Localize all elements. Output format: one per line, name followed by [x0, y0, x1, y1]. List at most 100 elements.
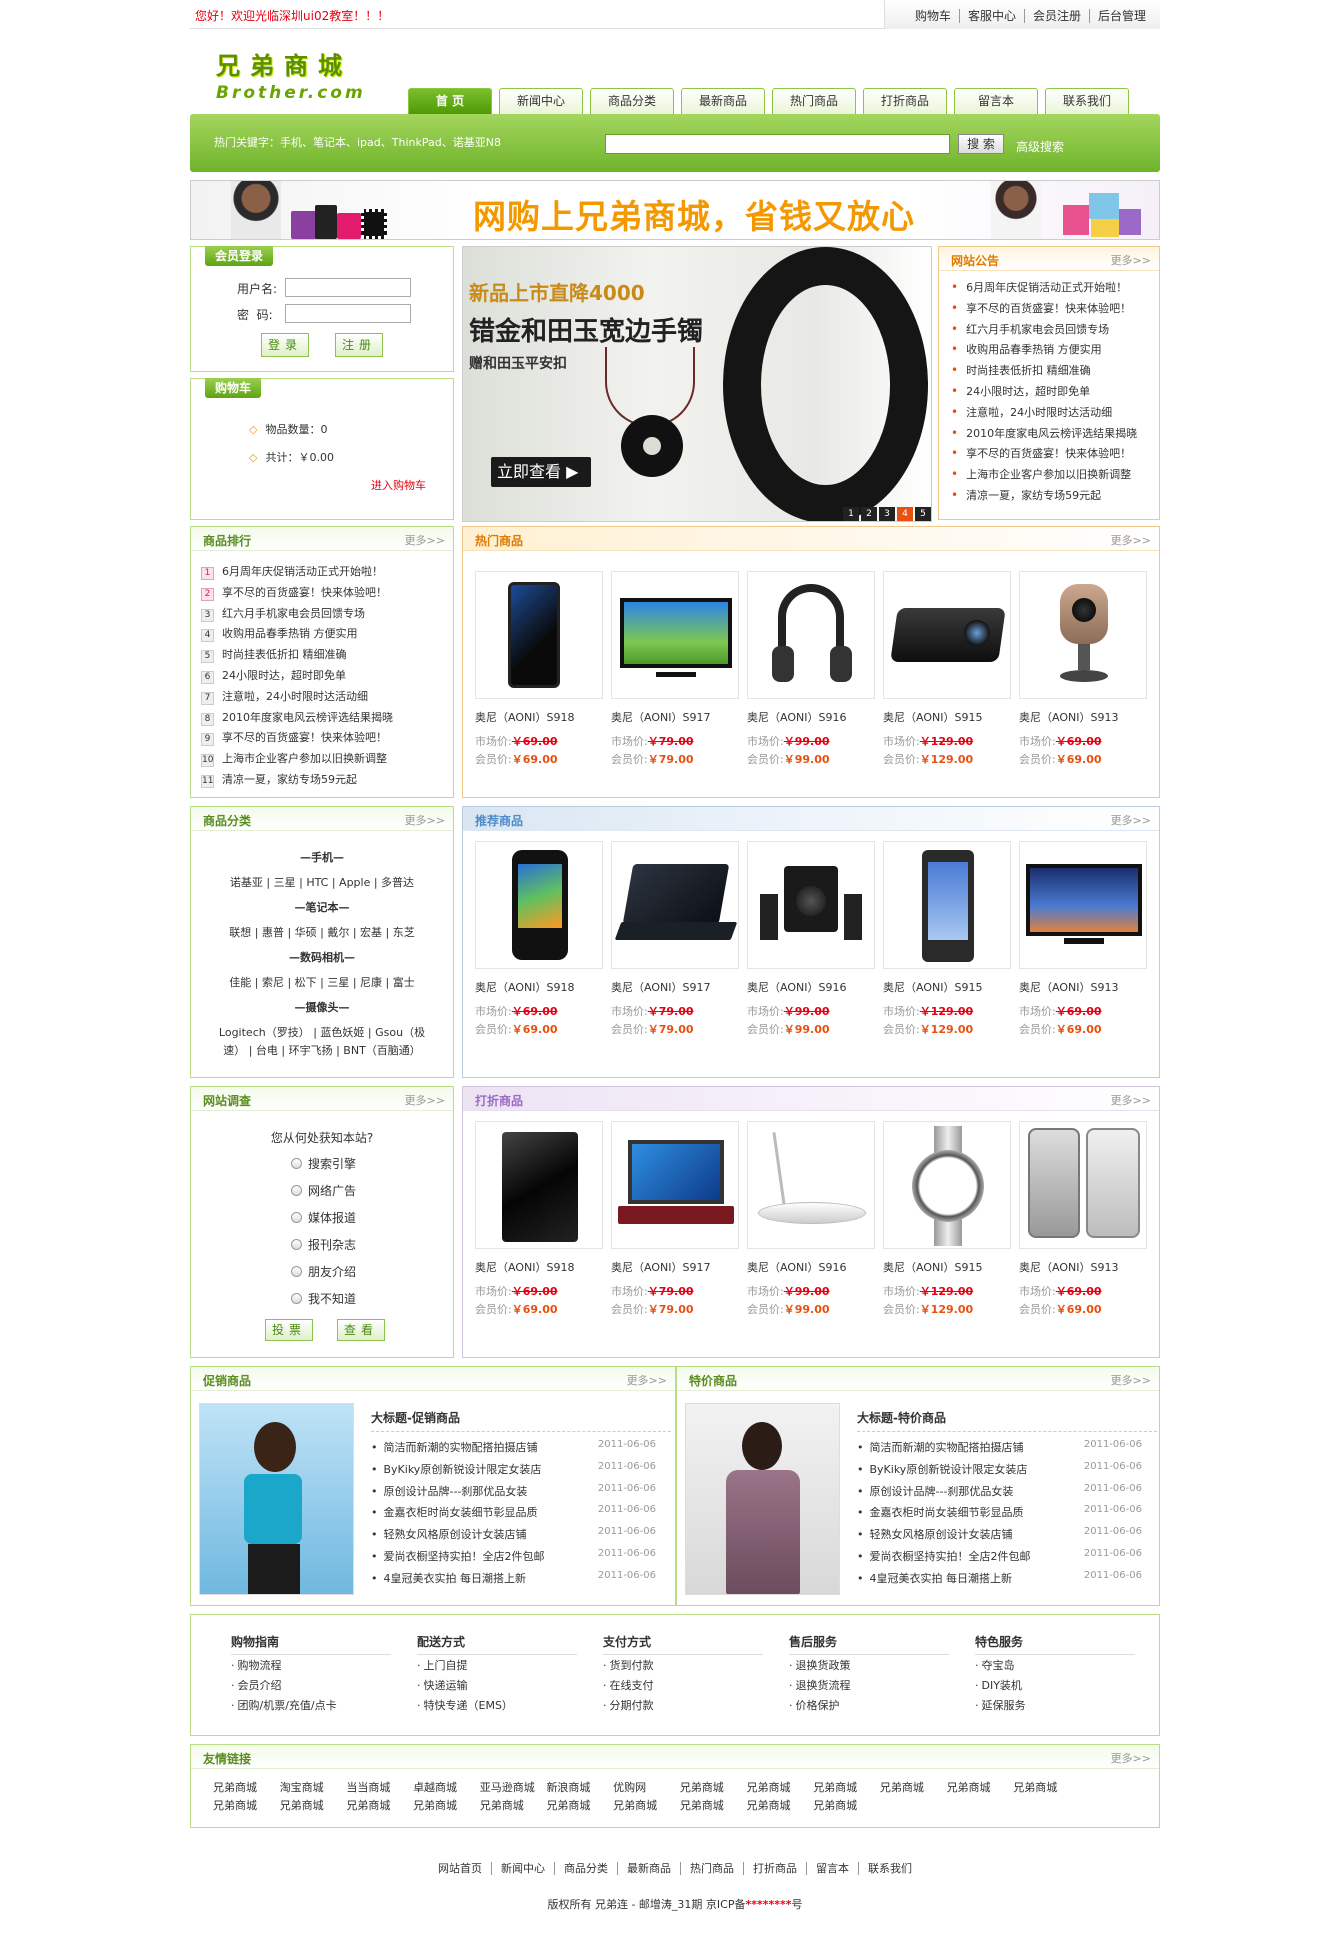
friend-link[interactable]: 兄弟商城 [680, 1797, 747, 1815]
category-more-link[interactable]: 更多>> [405, 812, 445, 828]
help-link[interactable]: 夺宝岛 [975, 1657, 1135, 1675]
help-link[interactable]: 退换货流程 [789, 1677, 949, 1695]
product-card[interactable]: 奥尼（AONI）S917 市场价:￥79.00 会员价:￥79.00 [611, 1121, 739, 1317]
friend-link[interactable]: 新浪商城 [546, 1779, 613, 1797]
rank-item[interactable]: 7 注意啦，24小时限时达活动细 [201, 688, 393, 709]
product-card[interactable]: 奥尼（AONI）S913 市场价:￥69.00 会员价:￥69.00 [1019, 571, 1147, 767]
product-card[interactable]: 奥尼（AONI）S916 市场价:￥99.00 会员价:￥99.00 [747, 841, 875, 1037]
special-model-image[interactable] [685, 1403, 840, 1595]
news-item[interactable]: 简洁而新潮的实物配搭拍摄店铺2011-06-06 [371, 1439, 657, 1461]
help-link[interactable]: 退换货政策 [789, 1657, 949, 1675]
news-item[interactable]: 4皇冠美衣实拍 每日潮搭上新2011-06-06 [857, 1570, 1143, 1592]
friend-link[interactable]: 卓越商城 [413, 1779, 480, 1797]
friend-link[interactable]: 兄弟商城 [880, 1779, 947, 1797]
notice-item[interactable]: 清凉一夏，家纺专场59元起 [951, 487, 1137, 508]
friend-link[interactable]: 兄弟商城 [346, 1797, 413, 1815]
username-input[interactable] [285, 278, 411, 297]
promo-more-link[interactable]: 更多>> [627, 1372, 667, 1388]
help-link[interactable]: 延保服务 [975, 1697, 1135, 1715]
bottom-nav-link[interactable]: 商品分类 [555, 1862, 618, 1875]
notice-item[interactable]: 享不尽的百货盛宴！快来体验吧！ [951, 300, 1137, 321]
friend-link[interactable]: 当当商城 [346, 1779, 413, 1797]
bottom-nav-link[interactable]: 新闻中心 [492, 1862, 555, 1875]
product-card[interactable]: 奥尼（AONI）S917 市场价:￥79.00 会员价:￥79.00 [611, 841, 739, 1037]
news-item[interactable]: 简洁而新潮的实物配搭拍摄店铺2011-06-06 [857, 1439, 1143, 1461]
friend-link[interactable]: 兄弟商城 [947, 1779, 1014, 1797]
nav-tab-discount[interactable]: 打折商品 [863, 88, 947, 114]
slider-page-5[interactable]: 5 [915, 507, 931, 521]
slider-page-1[interactable]: 1 [843, 507, 859, 521]
bottom-nav-link[interactable]: 留言本 [807, 1862, 859, 1875]
promo-slider[interactable]: 新品上市直降4000 错金和田玉宽边手镯 赠和田玉平安扣 立即查看 ▶ 1 2 … [462, 246, 932, 522]
friend-link[interactable]: 兄弟商城 [613, 1797, 680, 1815]
notice-more-link[interactable]: 更多>> [1111, 252, 1151, 268]
category-links[interactable]: 佳能 | 索尼 | 松下 | 三星 | 尼康 | 富士 [191, 974, 453, 990]
news-item[interactable]: ByKiky原创新锐设计限定女装店2011-06-06 [371, 1461, 657, 1483]
product-card[interactable]: 奥尼（AONI）S915 市场价:￥129.00 会员价:￥129.00 [883, 1121, 1011, 1317]
friend-link[interactable]: 兄弟商城 [280, 1797, 347, 1815]
help-link[interactable]: 会员介绍 [231, 1677, 391, 1695]
product-card[interactable]: 奥尼（AONI）S916 市场价:￥99.00 会员价:￥99.00 [747, 1121, 875, 1317]
logo[interactable]: 兄弟商城 Brother.com [216, 46, 366, 103]
help-link[interactable]: 快递运输 [417, 1677, 577, 1695]
help-link[interactable]: 分期付款 [603, 1697, 763, 1715]
survey-option[interactable]: 网络广告 [291, 1182, 356, 1199]
rank-item[interactable]: 5 时尚挂表低折扣 精细准确 [201, 646, 393, 667]
recommend-more-link[interactable]: 更多>> [1111, 812, 1151, 828]
help-link[interactable]: DIY装机 [975, 1677, 1135, 1695]
news-item[interactable]: 金嘉衣柜时尚女装细节彰显品质2011-06-06 [371, 1504, 657, 1526]
friend-link[interactable]: 兄弟商城 [1013, 1779, 1080, 1797]
friend-link[interactable]: 兄弟商城 [480, 1797, 547, 1815]
help-link[interactable]: 上门自提 [417, 1657, 577, 1675]
rank-item[interactable]: 4 收购用品春季热销 方便实用 [201, 625, 393, 646]
news-item[interactable]: 爱尚衣橱坚持实拍！全店2件包邮2011-06-06 [371, 1548, 657, 1570]
product-card[interactable]: 奥尼（AONI）S913 市场价:￥69.00 会员价:￥69.00 [1019, 841, 1147, 1037]
rank-more-link[interactable]: 更多>> [405, 532, 445, 548]
hot-more-link[interactable]: 更多>> [1111, 532, 1151, 548]
slider-page-2[interactable]: 2 [861, 507, 877, 521]
news-item[interactable]: 轻熟女风格原创设计女装店铺2011-06-06 [857, 1526, 1143, 1548]
product-card[interactable]: 奥尼（AONI）S913 市场价:￥69.00 会员价:￥69.00 [1019, 1121, 1147, 1317]
category-links[interactable]: Logitech（罗技） | 蓝色妖姬 | Gsou（极 [191, 1024, 453, 1040]
advanced-search-link[interactable]: 高级搜索 [1016, 138, 1064, 155]
ad-banner[interactable]: 网购上兄弟商城，省钱又放心 [190, 180, 1160, 240]
friend-link[interactable]: 亚马逊商城 [480, 1779, 547, 1797]
product-card[interactable]: 奥尼（AONI）S916 市场价:￥99.00 会员价:￥99.00 [747, 571, 875, 767]
survey-more-link[interactable]: 更多>> [405, 1092, 445, 1108]
friend-link[interactable]: 兄弟商城 [813, 1797, 880, 1815]
friend-link[interactable]: 兄弟商城 [747, 1797, 814, 1815]
rank-item[interactable]: 11 清凉一夏，家纺专场59元起 [201, 771, 393, 792]
friend-links-more[interactable]: 更多>> [1111, 1750, 1151, 1766]
friend-link[interactable]: 优购网 [613, 1779, 680, 1797]
news-item[interactable]: 4皇冠美衣实拍 每日潮搭上新2011-06-06 [371, 1570, 657, 1592]
friend-link[interactable]: 兄弟商城 [546, 1797, 613, 1815]
nav-tab-news[interactable]: 新闻中心 [499, 88, 583, 114]
survey-option[interactable]: 媒体报道 [291, 1209, 356, 1226]
discount-more-link[interactable]: 更多>> [1111, 1092, 1151, 1108]
view-now-button[interactable]: 立即查看 ▶ [491, 457, 591, 487]
news-item[interactable]: 原创设计品牌---刹那优品女装2011-06-06 [857, 1483, 1143, 1505]
survey-option[interactable]: 报刊杂志 [291, 1236, 356, 1253]
special-headline[interactable]: 大标题-特价商品 [857, 1409, 946, 1426]
bottom-nav-link[interactable]: 网站首页 [429, 1862, 492, 1875]
rank-item[interactable]: 8 2010年度家电风云榜评选结果揭晓 [201, 709, 393, 730]
nav-tab-category[interactable]: 商品分类 [590, 88, 674, 114]
nav-tab-guestbook[interactable]: 留言本 [954, 88, 1038, 114]
special-more-link[interactable]: 更多>> [1111, 1372, 1151, 1388]
friend-link[interactable]: 兄弟商城 [413, 1797, 480, 1815]
friend-link[interactable]: 兄弟商城 [680, 1779, 747, 1797]
rank-item[interactable]: 6 24小限时达，超时即免单 [201, 667, 393, 688]
top-link-cart[interactable]: 购物车 [906, 9, 960, 23]
product-card[interactable]: 奥尼（AONI）S915 市场价:￥129.00 会员价:￥129.00 [883, 841, 1011, 1037]
nav-tab-home[interactable]: 首 页 [408, 88, 492, 114]
bottom-nav-link[interactable]: 联系我们 [859, 1862, 921, 1875]
notice-item[interactable]: 6月周年庆促销活动正式开始啦！ [951, 279, 1137, 300]
slider-page-3[interactable]: 3 [879, 507, 895, 521]
notice-item[interactable]: 上海市企业客户参加以旧换新调整 [951, 466, 1137, 487]
nav-tab-hot[interactable]: 热门商品 [772, 88, 856, 114]
survey-option[interactable]: 朋友介绍 [291, 1263, 356, 1280]
login-button[interactable]: 登录 [261, 333, 309, 357]
news-item[interactable]: 爱尚衣橱坚持实拍！全店2件包邮2011-06-06 [857, 1548, 1143, 1570]
rank-item[interactable]: 9 享不尽的百货盛宴！快来体验吧！ [201, 729, 393, 750]
product-card[interactable]: 奥尼（AONI）S915 市场价:￥129.00 会员价:￥129.00 [883, 571, 1011, 767]
